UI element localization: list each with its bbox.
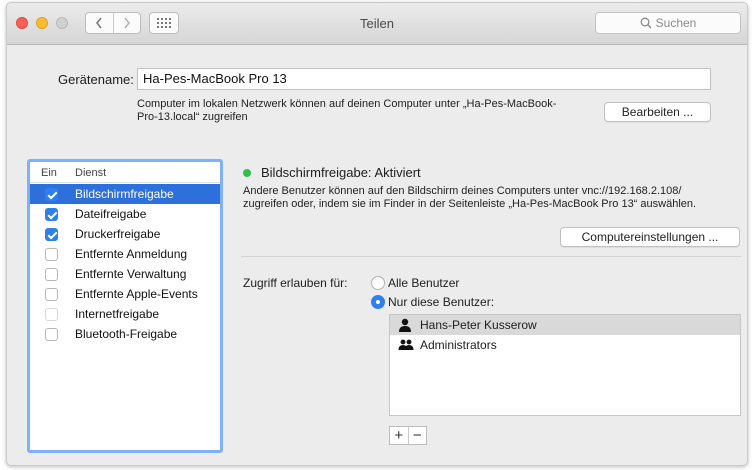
computer-settings-button[interactable]: Computereinstellungen ... (560, 227, 740, 247)
status-text: Bildschirmfreigabe: Aktiviert (261, 165, 421, 180)
search-icon (640, 17, 652, 29)
computer-name-hint-line2: Pro-13.local“ zugreifen (137, 111, 248, 123)
service-checkbox[interactable] (45, 207, 58, 221)
service-row-bluetooth-freigabe[interactable]: Bluetooth-Freigabe (30, 324, 220, 344)
remove-user-button[interactable]: − (407, 427, 427, 444)
service-label: Druckerfreigabe (75, 227, 161, 241)
service-row-internetfreigabe[interactable]: Internetfreigabe (30, 304, 220, 324)
service-label: Bildschirmfreigabe (75, 187, 174, 201)
user-name: Hans-Peter Kusserow (420, 318, 537, 332)
computer-name-label: Gerätename: (58, 72, 134, 87)
service-label: Entfernte Anmeldung (75, 247, 188, 261)
add-remove-buttons: + − (389, 426, 427, 445)
service-list-header: Ein Dienst (30, 162, 220, 183)
edit-name-button[interactable]: Bearbeiten ... (604, 102, 711, 122)
status-indicator-icon (243, 169, 251, 177)
radio-only-these-users[interactable] (371, 295, 385, 309)
group-icon (398, 339, 414, 350)
title-bar: Teilen Suchen (7, 3, 747, 45)
service-checkbox[interactable] (45, 287, 58, 301)
radio-all-users[interactable] (371, 276, 385, 290)
service-row-druckerfreigabe[interactable]: Druckerfreigabe (30, 224, 220, 244)
radio-only-these-users-label: Nur diese Benutzer: (388, 295, 495, 309)
service-row-dateifreigabe[interactable]: Dateifreigabe (30, 204, 220, 224)
column-header-on: Ein (41, 167, 57, 179)
service-row-entfernte-apple-events[interactable]: Entfernte Apple-Events (30, 284, 220, 304)
search-field[interactable]: Suchen (595, 12, 741, 34)
computer-name-hint-line1: Computer im lokalen Netzwerk können auf … (137, 98, 557, 110)
service-row-bildschirmfreigabe[interactable]: Bildschirmfreigabe (30, 184, 220, 204)
service-row-entfernte-verwaltung[interactable]: Entfernte Verwaltung (30, 264, 220, 284)
user-list[interactable]: Hans-Peter Kusserow Administrators (389, 314, 741, 416)
search-placeholder: Suchen (655, 16, 697, 30)
service-checkbox[interactable] (45, 227, 58, 241)
service-checkbox[interactable] (45, 327, 58, 341)
service-label: Entfernte Verwaltung (75, 267, 187, 281)
service-row-entfernte-anmeldung[interactable]: Entfernte Anmeldung (30, 244, 220, 264)
description-line1: Andere Benutzer können auf den Bildschir… (243, 185, 682, 197)
service-list[interactable]: Ein Dienst Bildschirmfreigabe Dateifreig… (27, 159, 223, 453)
section-divider (241, 256, 741, 257)
user-icon (399, 318, 411, 332)
service-checkbox[interactable] (45, 267, 58, 281)
user-row[interactable]: Hans-Peter Kusserow (390, 315, 740, 335)
access-label: Zugriff erlauben für: (243, 276, 348, 290)
service-label: Dateifreigabe (75, 207, 147, 221)
service-label: Bluetooth-Freigabe (75, 327, 178, 341)
service-label: Internetfreigabe (75, 307, 160, 321)
computer-name-field[interactable]: Ha-Pes-MacBook Pro 13 (137, 68, 711, 90)
add-user-button[interactable]: + (390, 427, 408, 444)
column-header-service: Dienst (75, 167, 107, 179)
user-row[interactable]: Administrators (390, 335, 740, 355)
user-name: Administrators (420, 338, 497, 352)
description-line2: zugreifen oder, indem sie im Finder in d… (243, 198, 697, 210)
service-checkbox[interactable] (45, 187, 58, 201)
sharing-window: Teilen Suchen Gerätename: Ha-Pes-MacBook… (6, 2, 748, 466)
service-checkbox[interactable] (45, 247, 58, 261)
radio-all-users-label: Alle Benutzer (388, 276, 460, 290)
service-checkbox[interactable] (45, 307, 58, 321)
service-label: Entfernte Apple-Events (75, 287, 198, 301)
